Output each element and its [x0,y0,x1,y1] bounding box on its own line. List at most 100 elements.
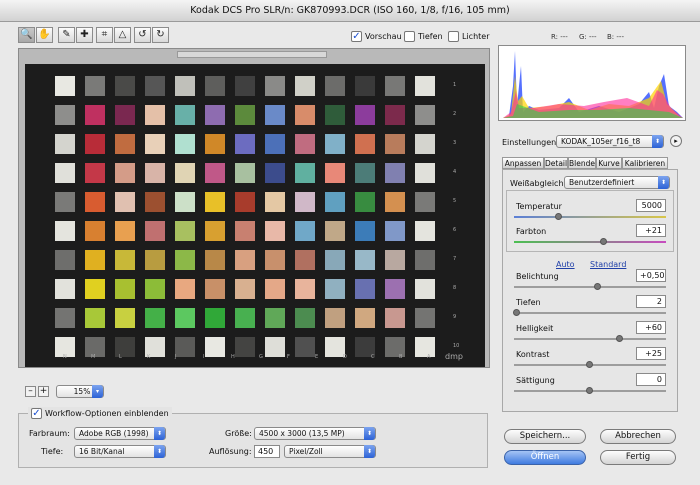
color-target-chart: 1 2 3 4 5 6 7 8 9 10 N M L K J I H G F E D C B Admp [25,64,485,367]
crop-icon[interactable]: ⌗ [96,27,113,43]
tint-input[interactable]: +21 [636,224,666,237]
r-readout: R: --- [551,33,568,41]
temperature-slider[interactable] [514,213,666,220]
cancel-button[interactable]: Abbrechen [600,429,676,444]
auto-link[interactable]: Auto [556,260,575,269]
brightness-slider[interactable] [514,335,666,342]
color-patch [115,279,135,299]
workflow-options-toggle[interactable]: ✓ Workflow-Optionen einblenden [28,407,172,419]
tab-calibrate[interactable]: Kalibrieren [622,157,668,169]
hand-icon[interactable]: ✋ [36,27,53,43]
slider-knob[interactable] [616,335,623,342]
color-patch [205,76,225,96]
open-button[interactable]: Öffnen [504,450,586,465]
updown-arrow-icon: ⬍ [154,445,165,458]
eyedropper-icon[interactable]: ✎ [58,27,75,43]
preview-label: Vorschau [365,31,402,41]
slider-knob[interactable] [586,387,593,394]
tint-label: Farbton [516,227,547,236]
rotate-left-icon[interactable]: ↺ [134,27,151,43]
color-patch [235,221,255,241]
size-select[interactable]: 4500 x 3000 (13,5 MP) ⬍ [254,427,376,440]
exposure-slider[interactable] [514,283,666,290]
chart-col-label: K [147,354,151,360]
color-patch [265,250,285,270]
checkmark-icon: ✓ [31,407,42,419]
color-patch [265,134,285,154]
tint-slider[interactable] [514,238,666,245]
shadows-input[interactable]: 2 [636,295,666,308]
resolution-unit-select[interactable]: Pixel/Zoll ⬍ [284,445,376,458]
updown-arrow-icon: ⬍ [364,445,375,458]
shadows-slider[interactable] [513,309,666,316]
color-patch [205,192,225,212]
color-patch [385,250,405,270]
white-balance-label: Weißabgleich: [510,179,567,188]
color-patch [55,279,75,299]
color-patch [235,279,255,299]
slider-knob[interactable] [600,238,607,245]
straighten-icon[interactable]: △ [114,27,131,43]
window-title: Kodak DCS Pro SLR/n: GK870993.DCR (ISO 1… [190,5,510,16]
contrast-input[interactable]: +25 [636,347,666,360]
color-patch [265,308,285,328]
color-patch [295,163,315,183]
chart-col-label: F [287,354,290,360]
checkbox-empty-icon [404,30,415,42]
color-patch [295,134,315,154]
exposure-label: Belichtung [516,272,559,281]
standard-link[interactable]: Standard [590,260,626,269]
shadows-label: Tiefen [516,298,541,307]
zoom-icon[interactable]: 🔍 [18,27,35,43]
color-patch [355,308,375,328]
depth-select[interactable]: 16 Bit/Kanal ⬍ [74,445,166,458]
tab-adjust[interactable]: Anpassen [502,157,544,169]
done-button[interactable]: Fertig [600,450,676,465]
shadows-checkbox[interactable]: Tiefen [404,30,443,42]
color-patch [235,76,255,96]
color-sampler-icon[interactable]: ✚ [76,27,93,43]
saturation-input[interactable]: 0 [636,373,666,386]
tab-detail[interactable]: Detail [544,157,568,169]
chart-row-label: 2 [453,111,457,117]
image-preview[interactable]: 1 2 3 4 5 6 7 8 9 10 N M L K J I H G F E D C B Admp [18,48,490,368]
color-patch [295,192,315,212]
highlights-checkbox[interactable]: Lichter [448,30,490,42]
zoom-level-select[interactable]: 15% ▾ [56,385,104,398]
slider-knob[interactable] [586,361,593,368]
color-patch [205,163,225,183]
brightness-label: Helligkeit [516,324,554,333]
exposure-input[interactable]: +0,50 [636,269,666,282]
color-patch [85,308,105,328]
color-patch [85,134,105,154]
color-patch [355,192,375,212]
rotate-right-icon[interactable]: ↻ [152,27,169,43]
save-button[interactable]: Speichern... [504,429,586,444]
tab-lens[interactable]: Blende [568,157,596,169]
white-balance-select[interactable]: Benutzerdefiniert ⬍ [564,176,670,189]
settings-select[interactable]: KODAK_105er_f16_t8 ⬍ [556,135,664,148]
slider-knob[interactable] [513,309,520,316]
color-patch [145,221,165,241]
preview-checkbox[interactable]: ✓ Vorschau [351,30,402,42]
color-patch [115,337,135,357]
zoom-out-button[interactable]: – [25,386,36,397]
slider-knob[interactable] [594,283,601,290]
chart-row-label: 9 [453,314,457,320]
color-patch [85,250,105,270]
contrast-slider[interactable] [514,361,666,368]
saturation-slider[interactable] [514,387,666,394]
resolution-input[interactable]: 450 [254,445,280,458]
updown-arrow-icon: ⬍ [658,176,669,189]
color-patch [385,105,405,125]
tab-curve[interactable]: Kurve [596,157,622,169]
slider-knob[interactable] [555,213,562,220]
zoom-in-button[interactable]: + [38,386,49,397]
color-patch [325,337,345,357]
colorspace-select[interactable]: Adobe RGB (1998) ⬍ [74,427,166,440]
settings-menu-icon[interactable]: ▸ [670,135,682,147]
brightness-input[interactable]: +60 [636,321,666,334]
temperature-input[interactable]: 5000 [636,199,666,212]
color-patch [235,308,255,328]
color-patch [265,105,285,125]
